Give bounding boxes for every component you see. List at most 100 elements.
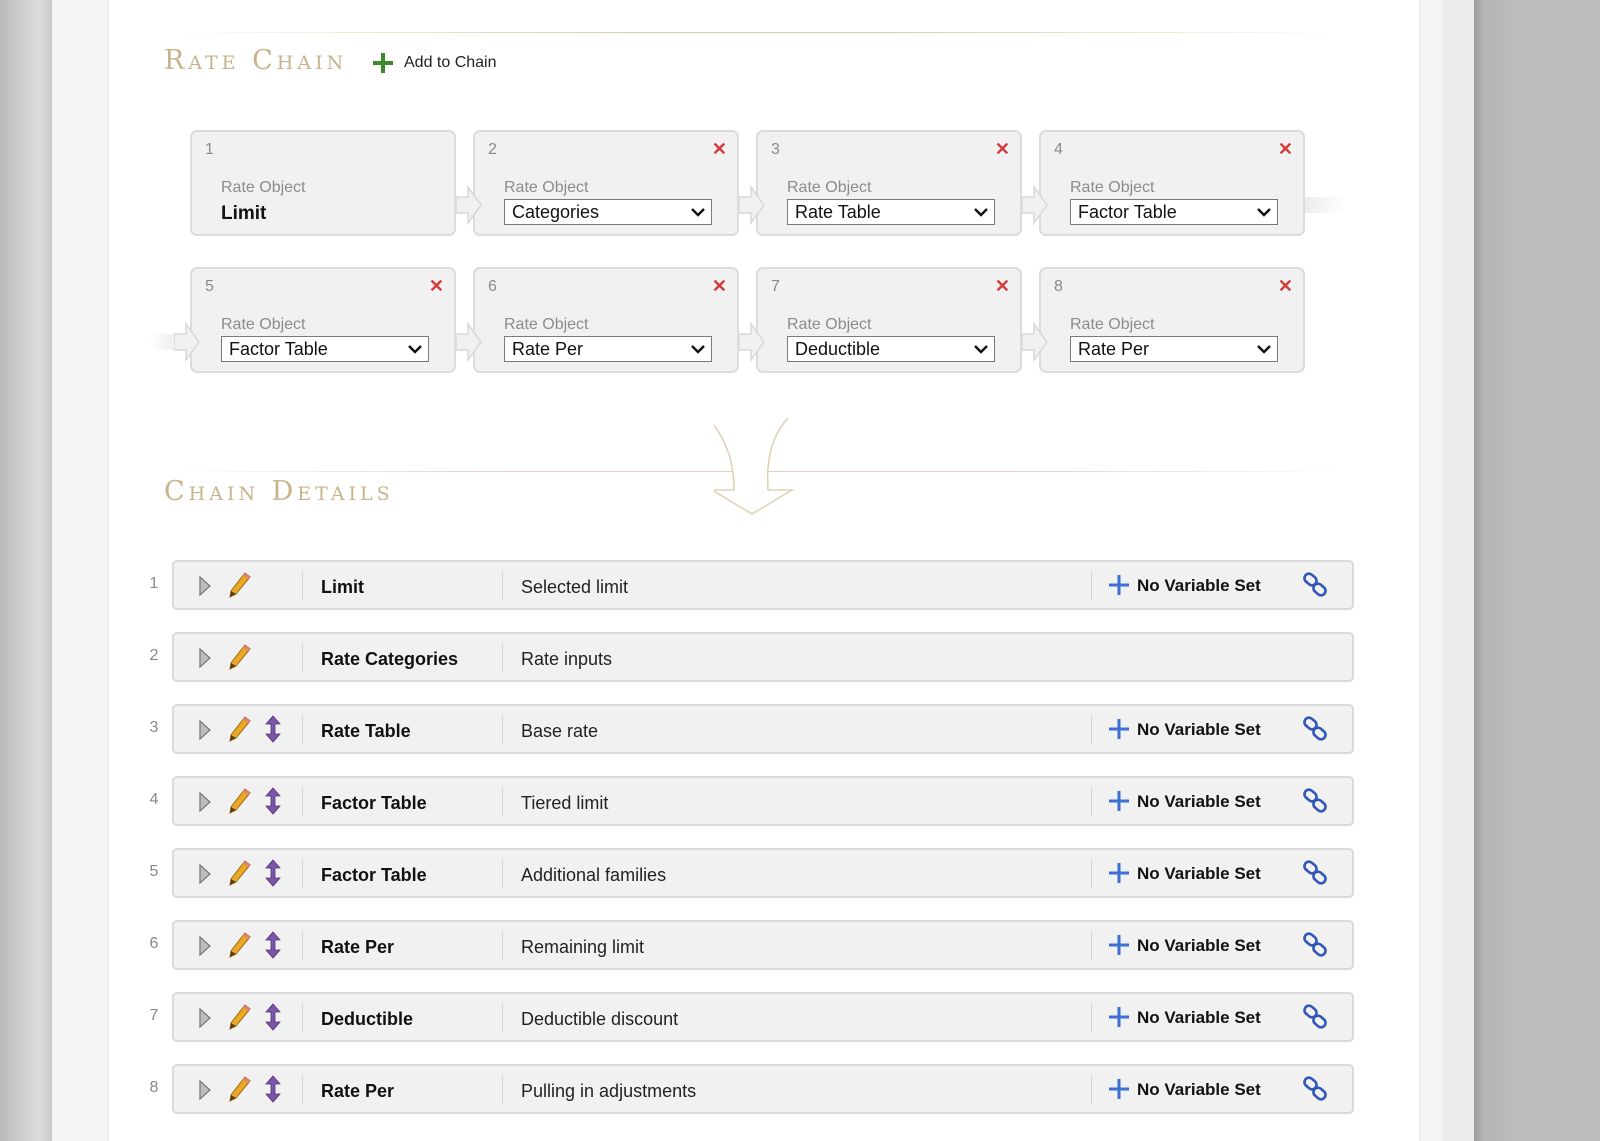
row-separator — [502, 788, 503, 816]
pencil-icon[interactable] — [228, 1076, 252, 1102]
rate-object-select[interactable]: Categories — [504, 199, 712, 225]
row-number: 7 — [149, 1007, 159, 1024]
close-icon[interactable]: ✕ — [1278, 140, 1293, 158]
chain-link-icon[interactable] — [1302, 1076, 1328, 1102]
pencil-icon[interactable] — [228, 644, 252, 670]
rate-object-select[interactable]: Rate Per — [504, 336, 712, 362]
close-icon[interactable]: ✕ — [429, 277, 444, 295]
add-to-chain-label: Add to Chain — [404, 54, 497, 71]
chain-card-1: 1 Rate Object Limit — [190, 130, 456, 236]
add-variable-plus-icon[interactable] — [1108, 934, 1130, 956]
row-description: Selected limit — [521, 577, 629, 597]
pencil-icon[interactable] — [228, 716, 252, 742]
row-object-name: Rate Per — [321, 1081, 395, 1101]
chain-card-label: Rate Object — [221, 179, 306, 196]
chevron-down-icon — [408, 345, 422, 354]
up-down-arrow-icon[interactable] — [264, 1075, 282, 1103]
row-number: 1 — [149, 575, 159, 592]
up-down-arrow-icon[interactable] — [264, 859, 282, 887]
chain-link-icon[interactable] — [1302, 932, 1328, 958]
rate-object-select[interactable]: Factor Table — [1070, 199, 1278, 225]
rate-chain-title: Rate Chain — [164, 45, 348, 76]
chain-card-label: Rate Object — [1070, 316, 1155, 333]
expand-icon[interactable] — [198, 791, 212, 813]
variable-set-link[interactable]: No Variable Set — [1137, 576, 1261, 596]
chain-link-icon[interactable] — [1302, 860, 1328, 886]
chain-link-icon[interactable] — [1302, 716, 1328, 742]
pencil-icon[interactable] — [228, 1004, 252, 1030]
chain-link-icon[interactable] — [1302, 1004, 1328, 1030]
variable-set-link[interactable]: No Variable Set — [1137, 1008, 1261, 1028]
rate-object-select[interactable]: Rate Table — [787, 199, 995, 225]
row-object-name: Limit — [321, 577, 364, 597]
expand-icon[interactable] — [198, 647, 212, 669]
expand-icon[interactable] — [198, 719, 212, 741]
row-separator — [502, 572, 503, 600]
up-down-arrow-icon[interactable] — [264, 715, 282, 743]
pencil-icon[interactable] — [228, 860, 252, 886]
pencil-icon[interactable] — [228, 932, 252, 958]
chain-detail-row-2: Rate Categories Rate inputs — [172, 632, 1354, 682]
row-separator — [302, 716, 303, 744]
row-separator — [1091, 1076, 1092, 1104]
close-icon[interactable]: ✕ — [712, 140, 727, 158]
variable-set-link[interactable]: No Variable Set — [1137, 864, 1261, 884]
close-icon[interactable]: ✕ — [995, 277, 1010, 295]
row-object-name: Rate Table — [321, 721, 411, 741]
chain-link-icon[interactable] — [1302, 788, 1328, 814]
expand-icon[interactable] — [198, 1079, 212, 1101]
chain-wrap-out — [1305, 197, 1345, 213]
add-variable-plus-icon[interactable] — [1108, 1078, 1130, 1100]
variable-set-link[interactable]: No Variable Set — [1137, 720, 1261, 740]
row-separator — [502, 1004, 503, 1032]
chain-link-icon[interactable] — [1302, 572, 1328, 598]
expand-icon[interactable] — [198, 863, 212, 885]
up-down-arrow-icon[interactable] — [264, 931, 282, 959]
rate-object-select[interactable]: Deductible — [787, 336, 995, 362]
row-separator — [1091, 860, 1092, 888]
variable-set-link[interactable]: No Variable Set — [1137, 1080, 1261, 1100]
add-to-chain-button[interactable]: Add to Chain — [372, 52, 497, 74]
chain-card-8: 8 ✕ Rate Object Rate Per — [1039, 267, 1305, 373]
close-icon[interactable]: ✕ — [995, 140, 1010, 158]
add-variable-plus-icon[interactable] — [1108, 574, 1130, 596]
variable-set-link[interactable]: No Variable Set — [1137, 792, 1261, 812]
chain-card-4: 4 ✕ Rate Object Factor Table — [1039, 130, 1305, 236]
chain-connector-arrow-icon — [1022, 185, 1048, 225]
rate-object-select[interactable]: Rate Per — [1070, 336, 1278, 362]
add-variable-plus-icon[interactable] — [1108, 862, 1130, 884]
rate-object-select[interactable]: Factor Table — [221, 336, 429, 362]
row-separator — [302, 932, 303, 960]
chain-detail-row-8: Rate Per Pulling in adjustments No Varia… — [172, 1064, 1354, 1114]
add-variable-plus-icon[interactable] — [1108, 1006, 1130, 1028]
row-object-name: Deductible — [321, 1009, 414, 1029]
chain-detail-row-6: Rate Per Remaining limit No Variable Set — [172, 920, 1354, 970]
row-description: Base rate — [521, 721, 599, 741]
row-separator — [302, 572, 303, 600]
expand-icon[interactable] — [198, 1007, 212, 1029]
row-description: Deductible discount — [521, 1009, 679, 1029]
row-separator — [302, 860, 303, 888]
close-icon[interactable]: ✕ — [1278, 277, 1293, 295]
chain-detail-row-1: Limit Selected limit No Variable Set — [172, 560, 1354, 610]
chain-card-number: 7 — [771, 278, 780, 295]
add-variable-plus-icon[interactable] — [1108, 790, 1130, 812]
pencil-icon[interactable] — [228, 572, 252, 598]
expand-icon[interactable] — [198, 575, 212, 597]
close-icon[interactable]: ✕ — [712, 277, 727, 295]
expand-icon[interactable] — [198, 935, 212, 957]
chain-card-number: 2 — [488, 141, 497, 158]
row-description: Remaining limit — [521, 937, 645, 957]
chain-detail-row-5: Factor Table Additional families No Vari… — [172, 848, 1354, 898]
pencil-icon[interactable] — [228, 788, 252, 814]
row-separator — [502, 644, 503, 672]
select-value: Categories — [512, 202, 600, 222]
up-down-arrow-icon[interactable] — [264, 1003, 282, 1031]
chain-connector-arrow-icon — [1022, 322, 1048, 362]
add-variable-plus-icon[interactable] — [1108, 718, 1130, 740]
chevron-down-icon — [691, 345, 705, 354]
up-down-arrow-icon[interactable] — [264, 787, 282, 815]
chain-card-2: 2 ✕ Rate Object Categories — [473, 130, 739, 236]
row-separator — [1091, 932, 1092, 960]
variable-set-link[interactable]: No Variable Set — [1137, 936, 1261, 956]
